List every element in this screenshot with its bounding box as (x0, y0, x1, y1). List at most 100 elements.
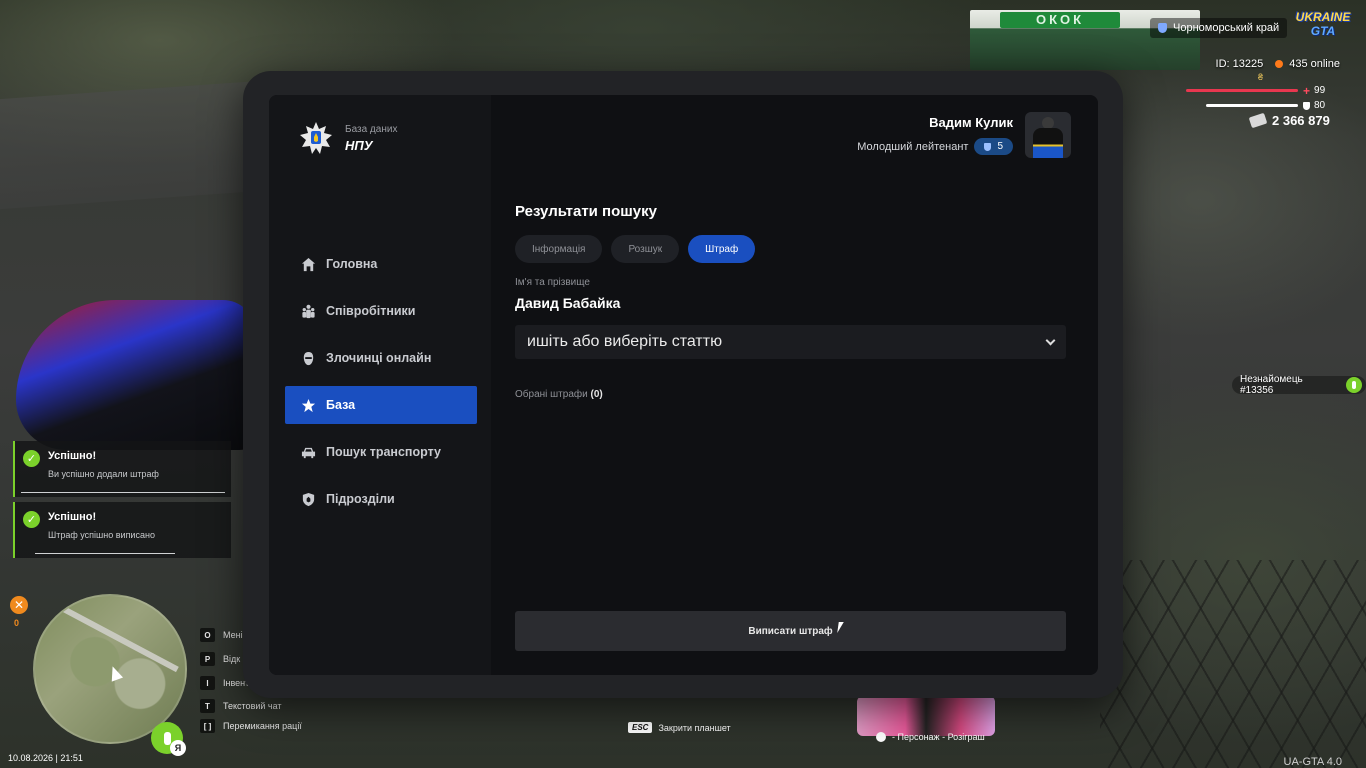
keybind-label: Мені (223, 630, 243, 640)
result-tabs: Інформація Розшук Штраф (515, 235, 756, 263)
keybind-label: Відк (223, 654, 241, 664)
selected-fines-count: (0) (590, 389, 603, 400)
background-road (0, 80, 260, 210)
keybind-label: Перемикання рації (223, 721, 302, 731)
keybind-key: I (200, 676, 215, 690)
sidebar-item-label: Пошук транспорту (326, 445, 441, 459)
tab-wanted[interactable]: Розшук (611, 235, 680, 263)
tablet-content: Вадим Кулик Молодший лейтенант 5 Результ… (491, 95, 1098, 675)
chevron-down-icon (1045, 335, 1056, 345)
keybind-row: I Інвент (200, 676, 249, 690)
staff-icon (300, 303, 316, 319)
user-profile: Вадим Кулик Молодший лейтенант 5 (857, 112, 1071, 158)
home-icon (300, 256, 316, 272)
selected-fines: Обрані штрафи (0) (515, 389, 603, 400)
keybind-key: [ ] (200, 719, 215, 733)
tab-information[interactable]: Інформація (515, 235, 603, 263)
sidebar-item-criminals-online[interactable]: Злочинці онлайн (285, 339, 477, 377)
station-sign: ОКОК (1000, 12, 1120, 28)
armor-stat: 80 (1303, 100, 1325, 111)
notification-text: Штраф успішно виписано (48, 530, 155, 540)
page-title: Результати пошуку (515, 203, 657, 220)
wanted-count: 0 (14, 618, 20, 628)
rank-shield-icon (984, 142, 992, 151)
health-cross-icon: + (1303, 83, 1311, 98)
language-badge: Я (170, 740, 186, 756)
name-label: Ім'я та прізвище (515, 277, 590, 288)
avatar (1025, 112, 1071, 158)
keybind-key: T (200, 699, 215, 713)
armor-value: 80 (1314, 100, 1326, 111)
check-icon: ✓ (23, 450, 40, 467)
name-value: Давид Бабайка (515, 295, 621, 311)
tablet-screen: База даних НПУ Головна Співробітники Зло… (269, 95, 1098, 675)
police-tablet: База даних НПУ Головна Співробітники Зло… (243, 71, 1123, 698)
user-rank-line: Молодший лейтенант 5 (857, 138, 1013, 155)
money-icon (1248, 112, 1268, 129)
sidebar-item-label: База (326, 398, 356, 412)
logo-top-text: UKRAINE (1295, 10, 1351, 24)
user-rank: Молодший лейтенант (857, 140, 969, 153)
selected-fines-label: Обрані штрафи (515, 389, 588, 400)
promo-banner[interactable] (857, 696, 995, 736)
keybind-row: T Текстовий чат (200, 699, 282, 713)
criminal-icon (300, 350, 316, 366)
nearby-player-name: Незнайомець #13356 (1240, 374, 1303, 396)
notification-timer-line (35, 553, 175, 554)
article-select[interactable]: ишіть або виберіть статтю (515, 325, 1066, 359)
online-count: 435 online (1289, 58, 1340, 70)
issue-fine-button[interactable]: Виписати штраф (515, 611, 1066, 651)
region-shield-icon (1158, 23, 1167, 33)
brand-subtitle: База даних (345, 123, 398, 135)
logo-bottom-text: GTA (1310, 24, 1336, 38)
health-stat: + 99 (1303, 83, 1326, 98)
game-version: UA-GTA 4.0 (1283, 756, 1342, 768)
notification-timer-line (21, 492, 225, 493)
article-select-text: ишіть або виберіть статтю (527, 333, 723, 350)
sidebar-item-staff[interactable]: Співробітники (285, 292, 477, 330)
brand-title: НПУ (345, 137, 373, 153)
notification-title: Успішно! (48, 511, 97, 523)
nearby-player-tag: Незнайомець #13356 (1232, 374, 1366, 396)
car-icon (300, 444, 316, 460)
user-name: Вадим Кулик (929, 115, 1013, 130)
notification-title: Успішно! (48, 450, 97, 462)
keybind-key: P (200, 652, 215, 666)
esc-key: ESC (628, 722, 653, 733)
shield-icon (300, 491, 316, 507)
keybind-key: O (200, 628, 215, 642)
police-emblem-icon (299, 121, 333, 155)
region-indicator: Чорноморський край (1150, 18, 1288, 38)
keybind-label: Текстовий чат (223, 701, 282, 711)
health-value: 99 (1314, 85, 1326, 96)
game-logo: UKRAINE GTA (1292, 10, 1354, 42)
sidebar-item-home[interactable]: Головна (285, 245, 477, 283)
promo-label: - Персонаж - Розіграш (876, 732, 985, 742)
brand: База даних НПУ (299, 121, 397, 155)
rank-level-badge: 5 (974, 138, 1013, 155)
close-tablet-label: Закрити планшет (658, 722, 731, 733)
sidebar-item-vehicle-search[interactable]: Пошук транспорту (285, 433, 477, 471)
background-car (16, 300, 256, 450)
armor-shield-icon (1303, 101, 1310, 110)
promo-dot-icon (876, 732, 886, 742)
close-tablet-hint: ESC Закрити планшет (628, 722, 731, 733)
sidebar-item-label: Злочинці онлайн (326, 351, 432, 365)
notification-text: Ви успішно додали штраф (48, 469, 159, 479)
star-icon (300, 397, 316, 413)
keybind-row: [ ] Перемикання рації (200, 719, 302, 733)
date-time: 10.08.2026 | 21:51 (8, 753, 83, 763)
background-fence (1100, 560, 1366, 768)
voice-mic-icon (1346, 377, 1362, 393)
money-value: 2 366 879 (1272, 113, 1330, 128)
sidebar-item-database[interactable]: База (285, 386, 477, 424)
tablet-sidebar: База даних НПУ Головна Співробітники Зло… (269, 95, 491, 675)
sidebar-item-divisions[interactable]: Підрозділи (285, 480, 477, 518)
tab-fine[interactable]: Штраф (688, 235, 756, 263)
armor-bar (1206, 104, 1298, 107)
online-dot-icon (1275, 60, 1284, 68)
notification-success-2: ✓ Успішно! Штраф успішно виписано (13, 502, 231, 558)
promo-text: - Персонаж - Розіграш (892, 732, 985, 742)
keybind-row: P Відк (200, 652, 240, 666)
check-icon: ✓ (23, 511, 40, 528)
